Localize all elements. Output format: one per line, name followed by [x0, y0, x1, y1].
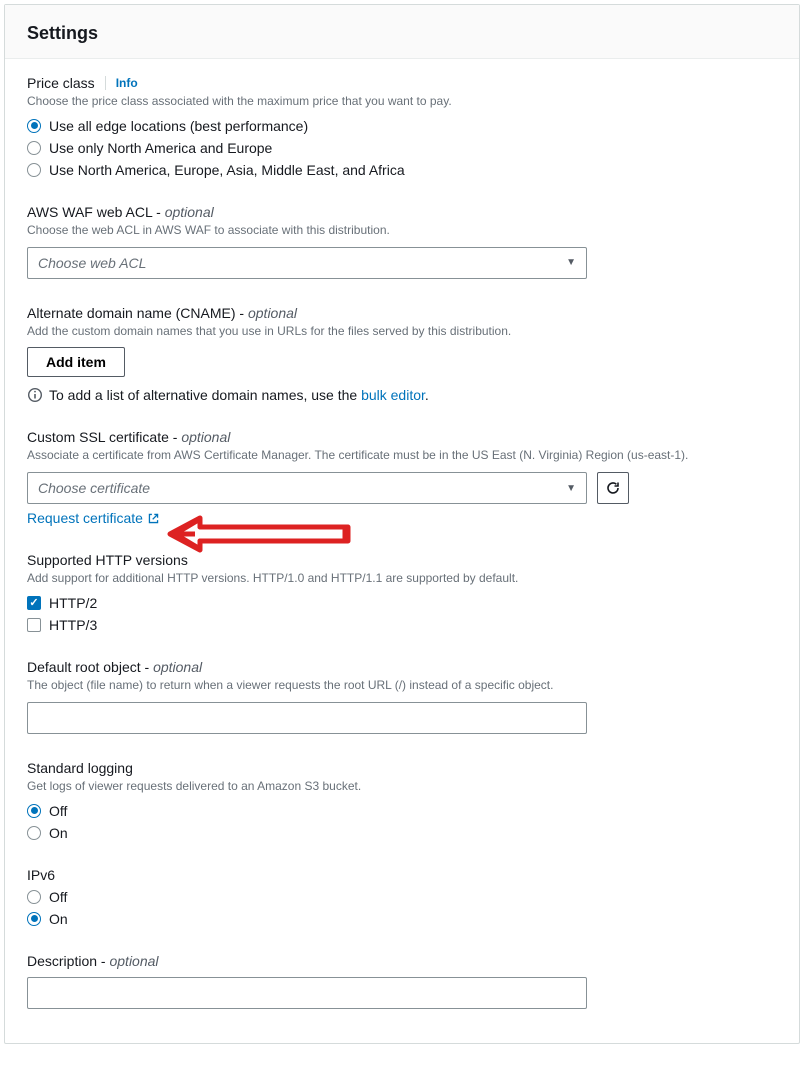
ipv6-label: IPv6	[27, 867, 55, 883]
radio-icon	[27, 912, 41, 926]
radio-icon	[27, 141, 41, 155]
ssl-label: Custom SSL certificate - optional	[27, 429, 230, 445]
waf-select-placeholder: Choose web ACL	[38, 255, 146, 271]
section-ipv6: IPv6 Off On	[27, 867, 777, 927]
description-input[interactable]	[27, 977, 587, 1009]
info-icon	[27, 387, 43, 403]
refresh-button[interactable]	[597, 472, 629, 504]
refresh-icon	[605, 480, 621, 496]
price-class-option-na-eu-asia[interactable]: Use North America, Europe, Asia, Middle …	[27, 162, 777, 178]
cname-desc: Add the custom domain names that you use…	[27, 323, 777, 340]
bulk-editor-link[interactable]: bulk editor	[361, 387, 425, 403]
radio-icon	[27, 163, 41, 177]
logging-label: Standard logging	[27, 760, 133, 776]
settings-panel: Settings Price class Info Choose the pri…	[4, 4, 800, 1044]
section-description: Description - optional	[27, 953, 777, 1009]
chevron-down-icon: ▼	[566, 257, 576, 268]
http2-checkbox[interactable]: ✓ HTTP/2	[27, 595, 777, 611]
waf-desc: Choose the web ACL in AWS WAF to associa…	[27, 222, 777, 239]
price-class-label: Price class	[27, 75, 95, 91]
panel-header: Settings	[5, 5, 799, 59]
logging-desc: Get logs of viewer requests delivered to…	[27, 778, 777, 795]
ipv6-on[interactable]: On	[27, 911, 777, 927]
checkbox-icon	[27, 618, 41, 632]
price-class-desc: Choose the price class associated with t…	[27, 93, 777, 110]
price-class-option-all[interactable]: Use all edge locations (best performance…	[27, 118, 777, 134]
ipv6-off[interactable]: Off	[27, 889, 777, 905]
section-price-class: Price class Info Choose the price class …	[27, 75, 777, 178]
section-waf: AWS WAF web ACL - optional Choose the we…	[27, 204, 777, 279]
ssl-desc: Associate a certificate from AWS Certifi…	[27, 447, 777, 464]
root-label: Default root object - optional	[27, 659, 202, 675]
description-label: Description - optional	[27, 953, 159, 969]
section-logging: Standard logging Get logs of viewer requ…	[27, 760, 777, 841]
waf-label: AWS WAF web ACL - optional	[27, 204, 214, 220]
http-label: Supported HTTP versions	[27, 552, 188, 568]
logging-off[interactable]: Off	[27, 803, 777, 819]
radio-icon	[27, 826, 41, 840]
add-item-button[interactable]: Add item	[27, 347, 125, 377]
logging-on[interactable]: On	[27, 825, 777, 841]
cname-info-text: To add a list of alternative domain name…	[49, 387, 429, 403]
section-cname: Alternate domain name (CNAME) - optional…	[27, 305, 777, 404]
http3-checkbox[interactable]: HTTP/3	[27, 617, 777, 633]
radio-icon	[27, 119, 41, 133]
http-check-group: ✓ HTTP/2 HTTP/3	[27, 595, 777, 633]
section-root-object: Default root object - optional The objec…	[27, 659, 777, 734]
http-desc: Add support for additional HTTP versions…	[27, 570, 777, 587]
external-link-icon	[147, 512, 160, 525]
chevron-down-icon: ▼	[566, 483, 576, 494]
logging-radio-group: Off On	[27, 803, 777, 841]
root-object-input[interactable]	[27, 702, 587, 734]
ssl-select[interactable]: Choose certificate ▼	[27, 472, 587, 504]
price-class-option-na-eu[interactable]: Use only North America and Europe	[27, 140, 777, 156]
section-ssl: Custom SSL certificate - optional Associ…	[27, 429, 777, 526]
waf-select[interactable]: Choose web ACL ▼	[27, 247, 587, 279]
section-http: Supported HTTP versions Add support for …	[27, 552, 777, 633]
request-certificate-link[interactable]: Request certificate	[27, 510, 160, 526]
radio-icon	[27, 890, 41, 904]
price-class-radio-group: Use all edge locations (best performance…	[27, 118, 777, 178]
ipv6-radio-group: Off On	[27, 889, 777, 927]
cname-info-row: To add a list of alternative domain name…	[27, 387, 777, 403]
panel-body: Price class Info Choose the price class …	[5, 59, 799, 1043]
page-title: Settings	[27, 23, 777, 44]
radio-icon	[27, 804, 41, 818]
ssl-select-placeholder: Choose certificate	[38, 480, 150, 496]
root-desc: The object (file name) to return when a …	[27, 677, 777, 694]
checkbox-icon: ✓	[27, 596, 41, 610]
info-link[interactable]: Info	[105, 76, 138, 90]
cname-label: Alternate domain name (CNAME) - optional	[27, 305, 297, 321]
